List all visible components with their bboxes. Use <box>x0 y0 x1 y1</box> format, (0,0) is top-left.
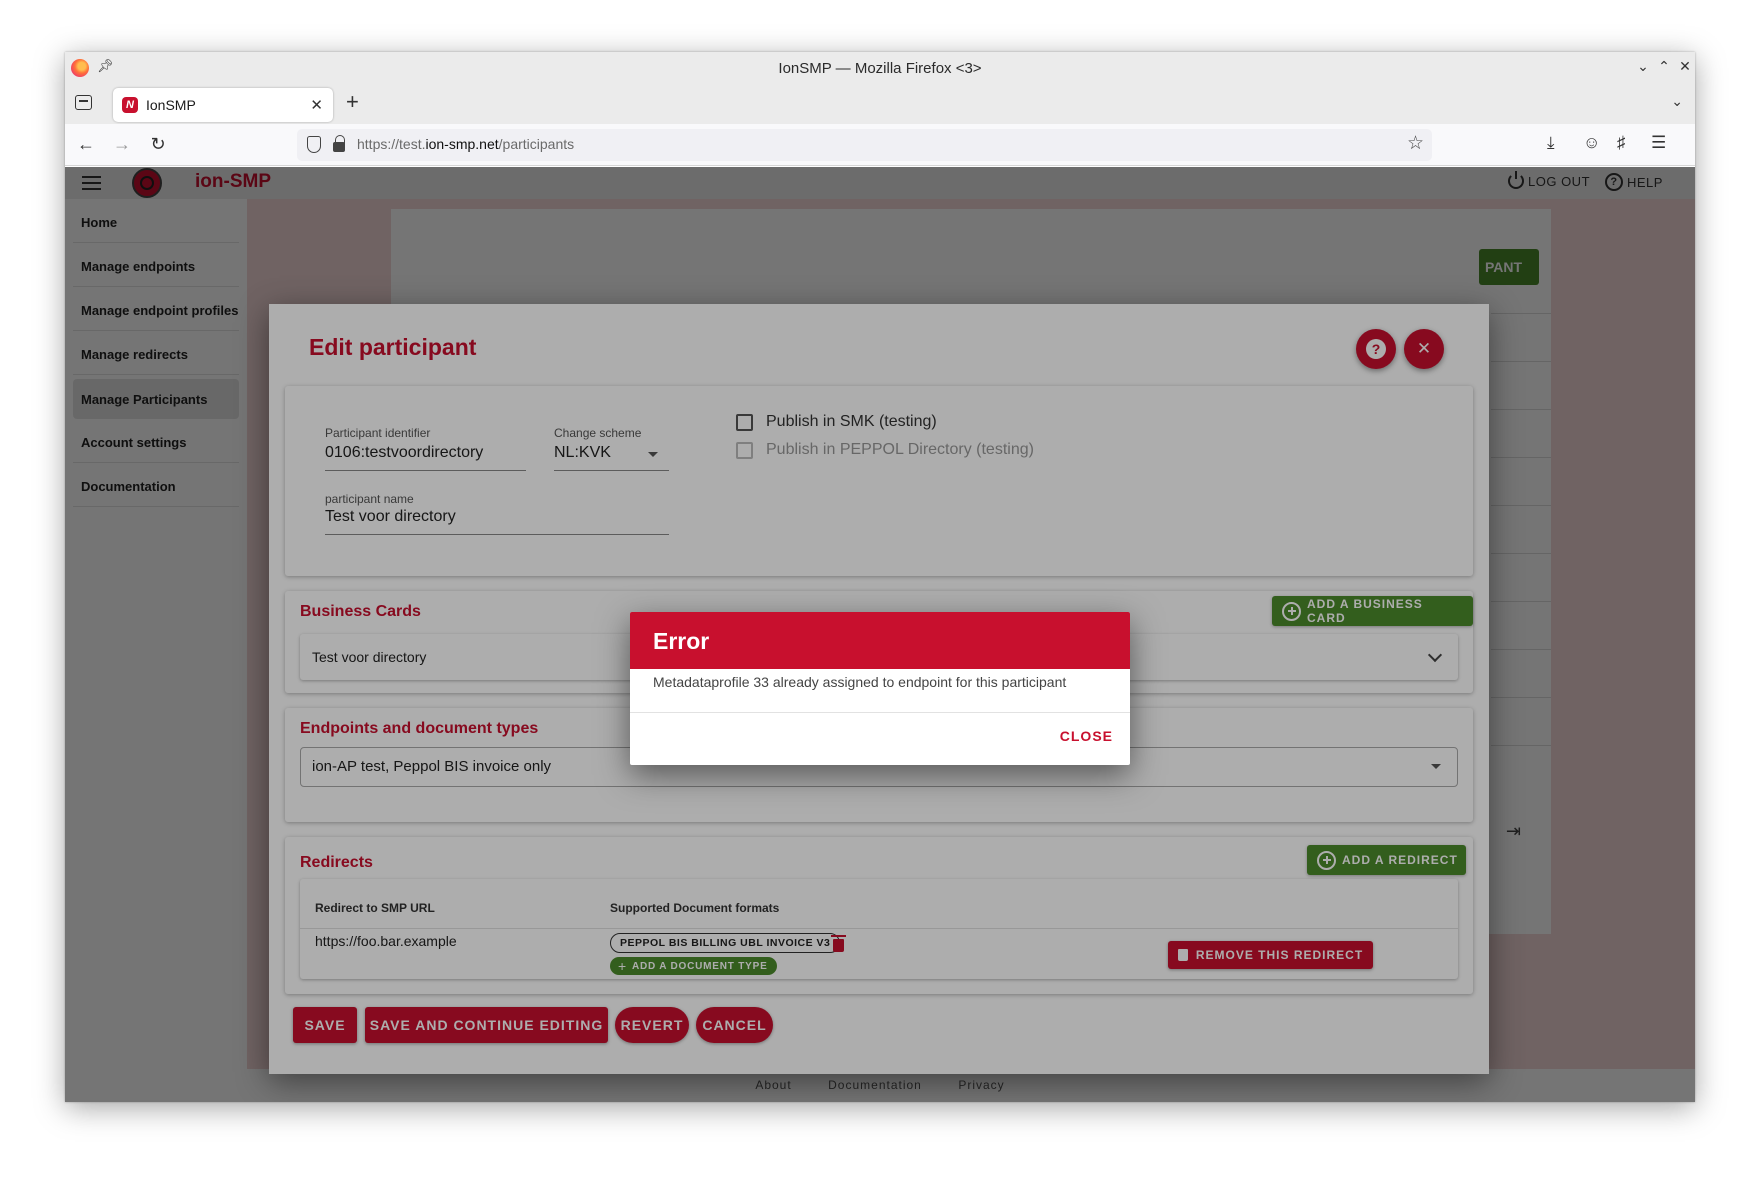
tab-title: IonSMP <box>146 97 196 113</box>
ionsmp-favicon-icon: N <box>122 97 138 113</box>
maximize-icon[interactable]: ⌃ <box>1655 58 1673 75</box>
reload-icon[interactable]: ↻ <box>147 134 169 155</box>
url-bar[interactable]: https://test.ion-smp.net/participants ☆ <box>297 129 1432 161</box>
window-title: IonSMP — Mozilla Firefox <3> <box>778 59 982 77</box>
web-page: ion-SMP LOG OUT ? HELP Home Manage endpo… <box>65 167 1695 1102</box>
new-tab-plus-icon[interactable]: + <box>346 89 359 115</box>
error-header: Error <box>630 612 1130 669</box>
forward-arrow-icon[interactable]: → <box>111 134 133 155</box>
url-text[interactable]: https://test.ion-smp.net/participants <box>357 136 574 152</box>
account-icon[interactable]: ☺ <box>1583 133 1600 153</box>
error-message: Metadataprofile 33 already assigned to e… <box>653 674 1067 690</box>
tracking-shield-icon[interactable] <box>307 136 321 153</box>
bookmark-star-icon[interactable]: ☆ <box>1407 132 1424 155</box>
extensions-icon[interactable]: ♯ <box>1617 133 1626 153</box>
browser-window: 📌︎ IonSMP — Mozilla Firefox <3> ⌄ ⌃ ✕ N … <box>65 52 1695 1102</box>
downloads-icon[interactable]: ⤓ <box>1547 133 1555 153</box>
tab-list-chevron-icon[interactable]: ⌄ <box>1671 93 1683 110</box>
error-dialog: Error Metadataprofile 33 already assigne… <box>630 612 1130 765</box>
navigation-toolbar: ← → ↻ https://test.ion-smp.net/participa… <box>65 124 1695 166</box>
tab-bar: N IonSMP ✕ + ⌄ <box>65 84 1695 124</box>
error-divider <box>630 712 1130 713</box>
lock-icon[interactable] <box>333 135 345 152</box>
app-menu-icon[interactable]: ☰ <box>1651 133 1666 153</box>
tab-ionsmp[interactable]: N IonSMP ✕ <box>113 88 333 122</box>
error-close-button[interactable]: CLOSE <box>1060 728 1113 744</box>
tab-close-icon[interactable]: ✕ <box>310 96 323 114</box>
minimize-icon[interactable]: ⌄ <box>1634 58 1652 75</box>
back-arrow-icon[interactable]: ← <box>75 134 97 155</box>
error-title: Error <box>653 628 710 654</box>
tab-overview-icon[interactable] <box>75 95 92 110</box>
window-close-icon[interactable]: ✕ <box>1676 58 1694 75</box>
window-titlebar: 📌︎ IonSMP — Mozilla Firefox <3> ⌄ ⌃ ✕ <box>65 52 1695 84</box>
